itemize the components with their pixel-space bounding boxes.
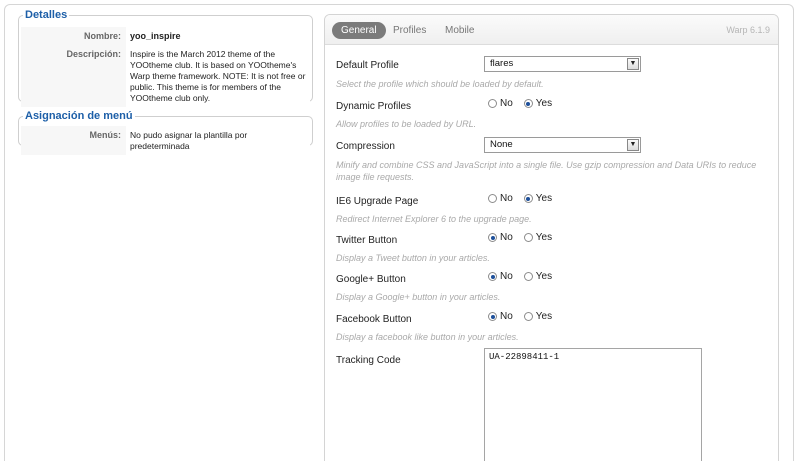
- name-row: Nombre: yoo_inspire: [21, 27, 310, 45]
- name-label: Nombre:: [83, 31, 121, 41]
- chevron-down-icon[interactable]: ▼: [627, 139, 639, 151]
- compression-select[interactable]: None ▼: [484, 137, 641, 153]
- menus-label: Menús:: [89, 130, 122, 140]
- details-fieldset: Detalles Nombre: yoo_inspire Descripción…: [18, 8, 313, 107]
- dynamic-profiles-radios: No Yes: [488, 98, 563, 109]
- tracking-code-textarea[interactable]: UA-22898411-1: [484, 348, 702, 461]
- twitter-yes-label[interactable]: Yes: [536, 232, 552, 243]
- compression-value: None: [490, 139, 513, 150]
- googleplus-desc: Display a Google+ button in your article…: [336, 292, 501, 302]
- ie6-upgrade-desc: Redirect Internet Explorer 6 to the upgr…: [336, 214, 532, 224]
- default-profile-select[interactable]: flares ▼: [484, 56, 641, 72]
- facebook-desc: Display a facebook like button in your a…: [336, 332, 519, 342]
- tab-profiles[interactable]: Profiles: [384, 22, 435, 39]
- tab-bar: General Profiles Mobile Warp 6.1.9: [325, 15, 778, 45]
- ie6-upgrade-no-radio[interactable]: [488, 194, 497, 203]
- facebook-radios: No Yes: [488, 311, 563, 322]
- ie6-upgrade-yes-radio[interactable]: [523, 194, 533, 203]
- ie6-upgrade-yes-label[interactable]: Yes: [536, 193, 552, 204]
- facebook-yes-radio[interactable]: [523, 312, 533, 321]
- twitter-yes-radio[interactable]: [523, 233, 533, 242]
- twitter-no-label[interactable]: No: [500, 232, 513, 243]
- googleplus-yes-radio[interactable]: [523, 272, 533, 281]
- default-profile-value: flares: [490, 58, 514, 69]
- description-value: Inspire is the March 2012 theme of the Y…: [126, 45, 310, 107]
- twitter-radios: No Yes: [488, 232, 563, 243]
- version-label: Warp 6.1.9: [726, 25, 770, 35]
- tab-general[interactable]: General: [332, 22, 386, 39]
- googleplus-label: Google+ Button: [336, 274, 406, 285]
- dynamic-profiles-no-radio[interactable]: [488, 99, 497, 108]
- googleplus-yes-label[interactable]: Yes: [536, 271, 552, 282]
- menu-assignment-legend: Asignación de menú: [23, 109, 135, 123]
- ie6-upgrade-radios: No Yes: [488, 193, 563, 204]
- compression-label: Compression: [336, 141, 395, 152]
- menu-assignment-fieldset: Asignación de menú Menús: No pudo asigna…: [18, 109, 313, 155]
- details-legend: Detalles: [23, 8, 70, 22]
- dynamic-profiles-no-label[interactable]: No: [500, 98, 513, 109]
- settings-panel: General Profiles Mobile Warp 6.1.9 Defau…: [324, 14, 779, 461]
- googleplus-no-label[interactable]: No: [500, 271, 513, 282]
- googleplus-no-radio[interactable]: [488, 272, 497, 281]
- compression-desc: Minify and combine CSS and JavaScript in…: [336, 160, 757, 182]
- menus-value: No pudo asignar la plantilla por predete…: [126, 126, 310, 155]
- facebook-no-radio[interactable]: [488, 312, 497, 321]
- dynamic-profiles-label: Dynamic Profiles: [336, 101, 412, 112]
- ie6-upgrade-no-label[interactable]: No: [500, 193, 513, 204]
- googleplus-radios: No Yes: [488, 271, 563, 282]
- description-row: Descripción: Inspire is the March 2012 t…: [21, 45, 310, 107]
- twitter-label: Twitter Button: [336, 235, 398, 246]
- dynamic-profiles-yes-radio[interactable]: [523, 99, 533, 108]
- twitter-desc: Display a Tweet button in your articles.: [336, 253, 490, 263]
- name-value: yoo_inspire: [126, 27, 310, 45]
- tracking-code-label: Tracking Code: [336, 355, 401, 366]
- default-profile-label: Default Profile: [336, 60, 399, 71]
- tab-mobile[interactable]: Mobile: [436, 22, 483, 39]
- dynamic-profiles-yes-label[interactable]: Yes: [536, 98, 552, 109]
- facebook-no-label[interactable]: No: [500, 311, 513, 322]
- menus-row: Menús: No pudo asignar la plantilla por …: [21, 126, 310, 155]
- dynamic-profiles-desc: Allow profiles to be loaded by URL.: [336, 119, 477, 129]
- facebook-yes-label[interactable]: Yes: [536, 311, 552, 322]
- ie6-upgrade-label: IE6 Upgrade Page: [336, 196, 419, 207]
- description-label: Descripción:: [66, 49, 121, 59]
- facebook-label: Facebook Button: [336, 314, 412, 325]
- twitter-no-radio[interactable]: [488, 233, 497, 242]
- default-profile-desc: Select the profile which should be loade…: [336, 79, 544, 89]
- chevron-down-icon[interactable]: ▼: [627, 58, 639, 70]
